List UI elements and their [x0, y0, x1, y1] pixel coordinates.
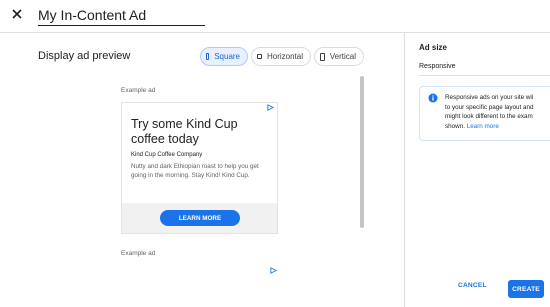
- info-icon: [428, 93, 438, 103]
- info-line-2: to your specific page layout and: [445, 103, 534, 111]
- info-line-1: Responsive ads on your site wil: [445, 94, 534, 101]
- learn-more-button[interactable]: LEARN MORE: [160, 210, 240, 226]
- preview-title: Display ad preview: [38, 50, 131, 62]
- example-ad-card[interactable]: Try some Kind Cup coffee today Kind Cup …: [121, 102, 278, 234]
- ad-name-input[interactable]: My In-Content Ad: [38, 6, 205, 26]
- ad-size-value[interactable]: Responsive: [419, 63, 456, 70]
- square-toggle[interactable]: Square: [200, 47, 248, 66]
- vertical-toggle-label: Vertical: [329, 52, 356, 61]
- preview-area: Display ad preview Square Horizontal Ver…: [0, 34, 404, 307]
- adchoices-icon-2[interactable]: [270, 267, 277, 274]
- preview-scrollbar[interactable]: [360, 76, 364, 228]
- horizontal-icon: [257, 54, 262, 59]
- example-ad-label: Example ad: [121, 87, 156, 94]
- adchoices-icon[interactable]: [267, 104, 274, 111]
- horizontal-toggle[interactable]: Horizontal: [251, 47, 311, 66]
- info-text: Responsive ads on your site wil to your …: [445, 93, 550, 131]
- info-line-4-text: shown.: [445, 122, 465, 130]
- ad-headline: Try some Kind Cup coffee today: [131, 117, 238, 146]
- square-icon: [206, 53, 210, 60]
- vertical-toggle[interactable]: Vertical: [314, 47, 364, 66]
- ad-size-heading: Ad size: [419, 43, 448, 52]
- square-toggle-label: Square: [214, 52, 240, 61]
- ad-company: Kind Cup Coffee Company: [131, 152, 203, 158]
- info-line-4: shown. Learn more: [445, 122, 550, 132]
- close-icon[interactable]: [9, 6, 25, 22]
- ad-description: Nutty and dark Ethiopian roast to help y…: [131, 163, 259, 180]
- vertical-icon: [320, 52, 325, 61]
- horizontal-toggle-label: Horizontal: [266, 52, 303, 61]
- cancel-button[interactable]: CANCEL: [458, 282, 487, 289]
- info-box: Responsive ads on your site wil to your …: [419, 86, 550, 141]
- example-ad-label-2: Example ad: [121, 250, 156, 257]
- learn-more-link[interactable]: Learn more: [467, 123, 499, 130]
- ad-cta-area: LEARN MORE: [122, 203, 277, 233]
- header-bar: My In-Content Ad: [0, 0, 550, 33]
- create-button[interactable]: CREATE: [508, 280, 544, 298]
- info-line-3: might look different to the exam: [445, 113, 533, 121]
- settings-panel: Ad size Responsive Responsive ads on you…: [405, 34, 550, 307]
- divider: [419, 75, 550, 76]
